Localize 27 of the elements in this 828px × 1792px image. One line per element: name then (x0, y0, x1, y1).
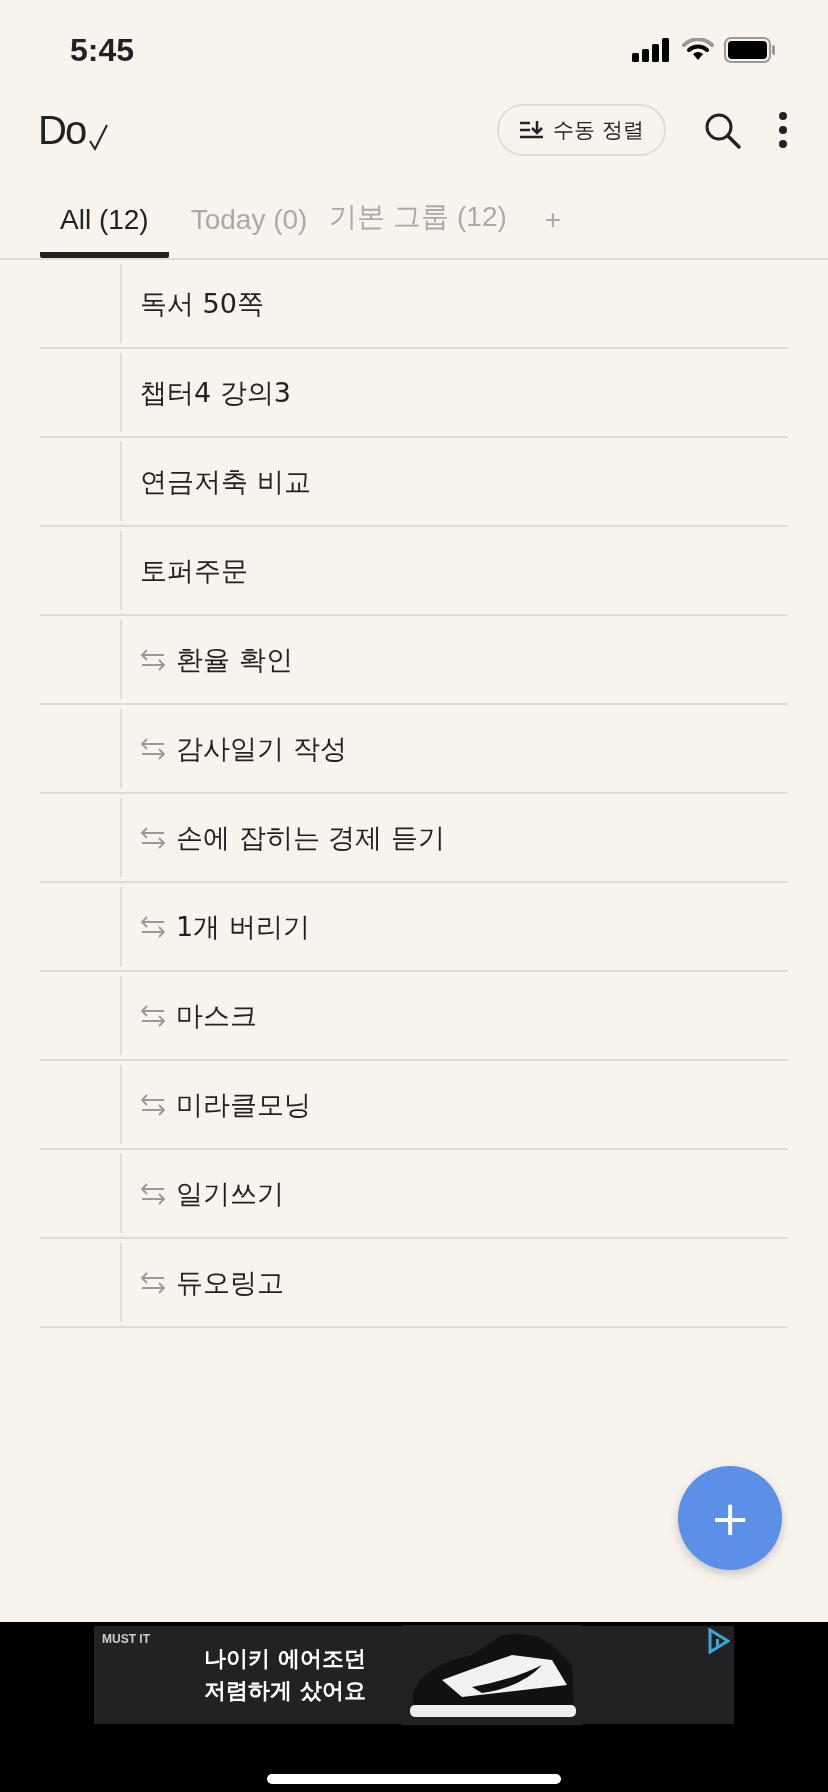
signal-icon (632, 38, 672, 62)
task-title[interactable]: 토퍼주문 (140, 552, 248, 589)
task-title[interactable]: 일기쓰기 (176, 1175, 284, 1212)
task-title[interactable]: 연금저축 비교 (140, 463, 311, 500)
task-title[interactable]: 챕터4 강의3 (140, 374, 291, 411)
sort-icon (519, 119, 546, 141)
task-title[interactable]: 손에 잡히는 경제 듣기 (176, 819, 445, 856)
ad-banner[interactable]: MUST IT 나이키 에어조던 저렴하게 샀어요 (94, 1626, 734, 1724)
battery-icon (724, 37, 776, 63)
checkmark-icon (87, 122, 110, 153)
ad-brand: MUST IT (102, 1632, 150, 1646)
wifi-icon (682, 38, 714, 62)
ad-info-icon[interactable] (708, 1628, 730, 1654)
more-icon[interactable] (778, 111, 788, 149)
app-logo: Do (38, 107, 86, 153)
tab[interactable]: All (12) (40, 192, 169, 258)
sort-button[interactable]: 수동 정렬 (497, 104, 666, 156)
task-title[interactable]: 듀오링고 (176, 1264, 284, 1301)
ad-headline: 나이키 에어조던 (204, 1645, 366, 1673)
task-title[interactable]: 감사일기 작성 (176, 730, 347, 767)
task-title[interactable]: 독서 50쪽 (140, 285, 264, 322)
status-time: 5:45 (70, 31, 135, 69)
task-title[interactable]: 1개 버리기 (176, 908, 310, 945)
ad-headline: 저렴하게 샀어요 (204, 1677, 366, 1705)
task-title[interactable]: 환율 확인 (176, 641, 293, 678)
task-title[interactable]: 마스크 (176, 997, 257, 1034)
task-title[interactable]: 미라클모닝 (176, 1086, 311, 1123)
